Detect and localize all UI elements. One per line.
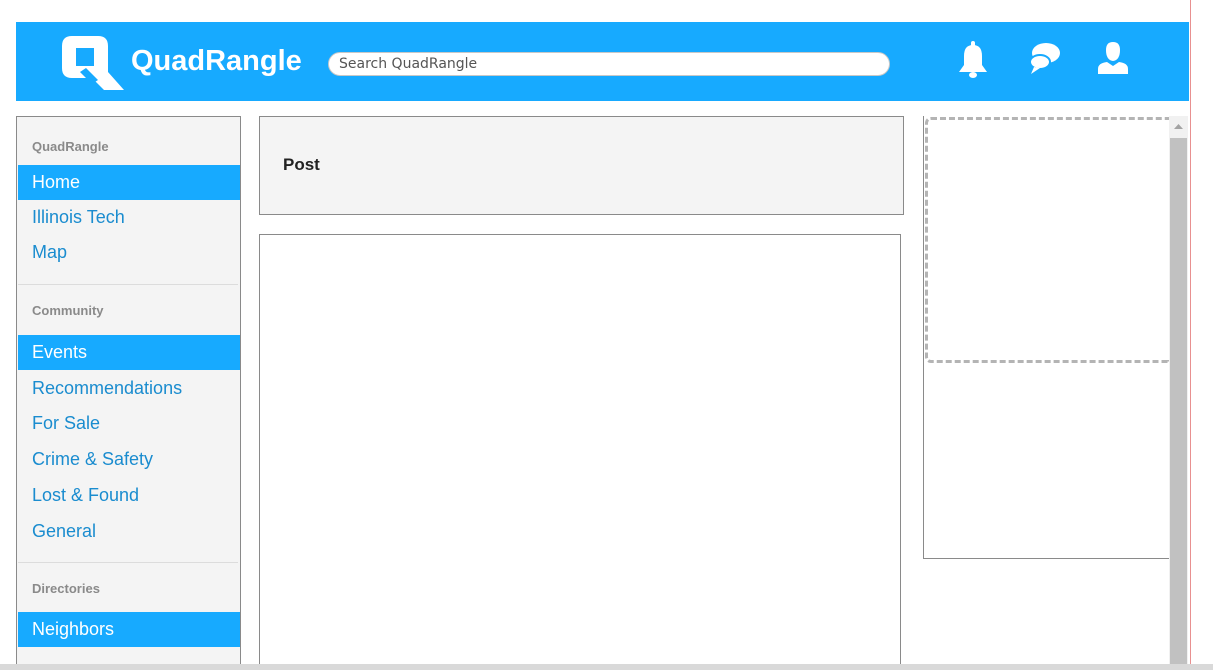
sidebar-section-title-community: Community (32, 303, 104, 318)
chat-icon[interactable] (1028, 40, 1062, 78)
sidebar-item-map[interactable]: Map (18, 235, 240, 270)
bottom-edge (0, 664, 1213, 670)
window-edge-line (1190, 0, 1191, 670)
sidebar-divider (18, 284, 238, 285)
sidebar-item-events[interactable]: Events (18, 335, 240, 370)
right-panel (923, 116, 1170, 559)
sidebar-section-title-quadrangle: QuadRangle (32, 139, 109, 154)
sidebar-item-lost-found[interactable]: Lost & Found (18, 478, 240, 513)
search-input[interactable] (328, 52, 890, 76)
quadrangle-logo-icon[interactable] (58, 32, 126, 92)
sidebar: QuadRangle Home Illinois Tech Map Commun… (16, 116, 241, 670)
sidebar-item-home[interactable]: Home (18, 165, 240, 200)
sidebar-item-recommendations[interactable]: Recommendations (18, 371, 240, 406)
feed-panel (259, 234, 901, 670)
sidebar-item-crime-safety[interactable]: Crime & Safety (18, 442, 240, 477)
top-navbar: QuadRangle (16, 22, 1189, 101)
post-label: Post (283, 155, 320, 174)
brand-name[interactable]: QuadRangle (131, 45, 302, 78)
sidebar-item-neighbors[interactable]: Neighbors (18, 612, 240, 647)
user-icon[interactable] (1096, 40, 1130, 78)
sidebar-item-for-sale[interactable]: For Sale (18, 406, 240, 441)
post-composer[interactable]: Post (259, 116, 904, 215)
sidebar-section-title-directories: Directories (32, 581, 100, 596)
sidebar-divider (18, 562, 238, 563)
scroll-up-arrow-icon[interactable] (1169, 116, 1188, 136)
page-scrollbar[interactable] (1169, 116, 1188, 670)
scroll-thumb[interactable] (1170, 138, 1187, 670)
bell-icon[interactable] (956, 40, 990, 78)
widget-placeholder (925, 117, 1170, 363)
sidebar-item-illinois-tech[interactable]: Illinois Tech (18, 200, 240, 235)
sidebar-item-general[interactable]: General (18, 514, 240, 549)
